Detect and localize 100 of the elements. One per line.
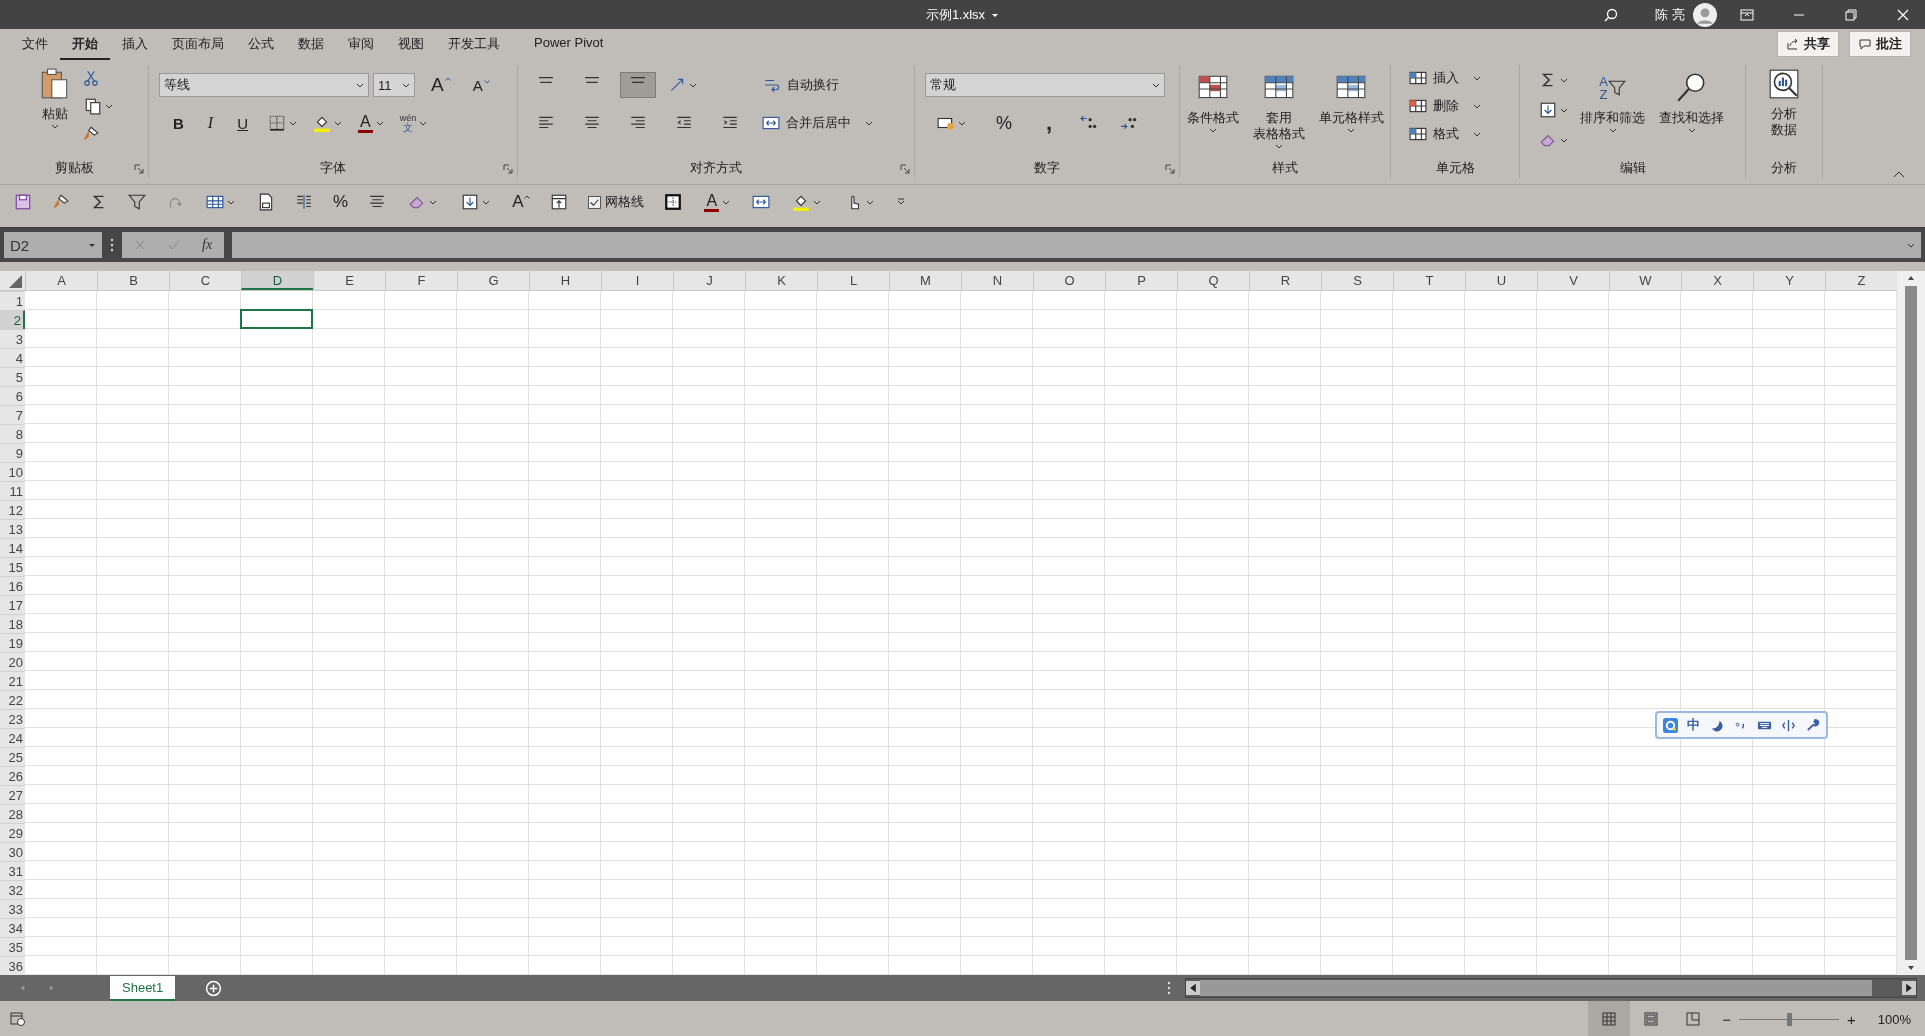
column-header[interactable]: X [1681, 271, 1753, 290]
dialog-launcher-icon[interactable] [1165, 164, 1175, 174]
column-header[interactable]: F [385, 271, 457, 290]
filter-icon[interactable] [128, 193, 146, 211]
share-button[interactable]: 共享 [1777, 31, 1839, 57]
wrap-box-icon[interactable] [550, 193, 569, 211]
column-header[interactable]: W [1609, 271, 1681, 290]
style-button[interactable]: 单元格样式 [1314, 65, 1388, 136]
column-header[interactable]: Q [1177, 271, 1249, 290]
ribbon-tab[interactable]: 视图 [386, 28, 436, 60]
user-name[interactable]: 陈 亮 [1655, 5, 1685, 24]
more-icon[interactable] [1167, 981, 1171, 995]
number-format-dropdown[interactable]: 常规 [925, 73, 1165, 97]
comments-button[interactable]: 批注 [1849, 31, 1911, 57]
ribbon-tab[interactable]: Power Pivot [522, 28, 616, 60]
column-header[interactable]: K [745, 271, 817, 290]
shrink-font-button[interactable]: A [466, 74, 496, 96]
check-icon[interactable] [168, 239, 180, 251]
horizontal-scrollbar[interactable] [1185, 978, 1917, 998]
percent-button[interactable]: % [333, 192, 349, 212]
sheet-tab[interactable]: Sheet1 [110, 975, 176, 1001]
zoom-level[interactable]: 100% [1877, 1011, 1911, 1027]
split-icon[interactable] [1781, 717, 1796, 733]
dialog-launcher-icon[interactable] [503, 164, 513, 174]
find-select-button[interactable]: 查找和选择 [1655, 65, 1728, 136]
ribbon-display-icon[interactable] [1739, 6, 1755, 23]
font-name-dropdown[interactable]: 等线 [159, 73, 369, 97]
dialog-launcher-icon[interactable] [900, 164, 910, 174]
insert-function-button[interactable]: fx [202, 237, 213, 253]
paste-button[interactable]: 粘贴 [33, 65, 76, 132]
ime-logo-icon[interactable] [1663, 717, 1678, 733]
ribbon-tab[interactable]: 文件 [10, 28, 60, 60]
wrap-text-button[interactable]: 自动换行 [759, 74, 843, 96]
vertical-scrollbar[interactable] [1897, 271, 1925, 975]
column-header[interactable]: A [25, 271, 97, 290]
style-button[interactable]: 套用 表格格式 [1248, 65, 1309, 152]
wrench-icon[interactable] [1805, 717, 1820, 733]
font-color-button[interactable]: A [356, 111, 386, 135]
column-header[interactable]: N [961, 271, 1033, 290]
border-box-icon[interactable] [664, 193, 683, 211]
zoom-thumb[interactable] [1787, 1012, 1792, 1026]
font-size-dropdown[interactable]: 11 [373, 73, 415, 97]
scroll-left-icon[interactable] [1186, 981, 1200, 995]
cells-button[interactable]: 格式 [1405, 123, 1485, 145]
gridlines-checkbox[interactable]: 网格线 [588, 193, 645, 211]
grow-font-button[interactable]: A [512, 192, 531, 212]
column-header[interactable]: B [97, 271, 169, 290]
row-header[interactable]: 2 [0, 310, 25, 329]
merge-icon[interactable] [752, 193, 771, 211]
column-header[interactable]: J [673, 271, 745, 290]
percent-button[interactable]: % [990, 110, 1018, 136]
search-icon[interactable] [1603, 6, 1620, 23]
ribbon-tab[interactable]: 公式 [236, 28, 286, 60]
save-icon[interactable] [14, 193, 32, 211]
name-box[interactable]: D2 [4, 232, 102, 258]
column-header[interactable]: Y [1753, 271, 1825, 290]
restore-icon[interactable] [1843, 6, 1859, 23]
column-header[interactable]: R [1249, 271, 1321, 290]
collapse-ribbon-icon[interactable] [1893, 170, 1905, 178]
grow-font-button[interactable]: A [425, 72, 457, 98]
column-header[interactable]: P [1105, 271, 1177, 290]
avatar-icon[interactable] [1693, 2, 1717, 27]
brush-icon[interactable] [52, 193, 70, 211]
cells-button[interactable]: 删除 [1405, 95, 1485, 117]
columns-icon[interactable] [295, 193, 313, 211]
ribbon-tab[interactable]: 数据 [286, 28, 336, 60]
column-header[interactable]: T [1393, 271, 1465, 290]
dialog-launcher-icon[interactable] [134, 164, 144, 174]
italic-button[interactable]: I [201, 112, 220, 134]
column-header[interactable]: M [889, 271, 961, 290]
formula-input[interactable] [232, 232, 1921, 258]
more-icon[interactable] [110, 238, 114, 252]
cells-button[interactable]: 插入 [1405, 67, 1485, 89]
scroll-right-icon[interactable] [1902, 981, 1916, 995]
column-header[interactable]: D [241, 271, 313, 290]
zoom-out-button[interactable]: − [1722, 1010, 1731, 1028]
sort-filter-button[interactable]: A Z 排序和筛选 [1576, 65, 1649, 136]
column-header[interactable]: V [1537, 271, 1609, 290]
print-preview-icon[interactable] [257, 193, 275, 211]
scissors-icon[interactable] [81, 69, 100, 87]
comma-style-button[interactable]: , [1040, 113, 1059, 133]
cell-grid[interactable] [25, 291, 1897, 975]
phonetic-button[interactable]: wén 文 [397, 111, 430, 135]
ribbon-tab[interactable]: 页面布局 [160, 28, 236, 60]
ribbon-tab[interactable]: 开发工具 [436, 28, 512, 60]
macro-record-icon[interactable] [10, 1011, 26, 1027]
ribbon-tab[interactable]: 开始 [60, 28, 110, 60]
add-sheet-icon[interactable] [205, 979, 223, 997]
brush-icon[interactable] [81, 125, 100, 143]
merge-center-button[interactable]: 合并后居中 [758, 112, 877, 134]
zoom-in-button[interactable]: + [1847, 1010, 1856, 1028]
column-header[interactable]: G [457, 271, 529, 290]
scroll-thumb[interactable] [1905, 286, 1917, 960]
column-header[interactable]: U [1465, 271, 1537, 290]
underline-button[interactable]: U [231, 112, 254, 134]
font-color-button[interactable]: A [702, 190, 733, 214]
style-button[interactable]: 条件格式 [1182, 65, 1243, 136]
column-header[interactable]: H [529, 271, 601, 290]
column-header[interactable]: O [1033, 271, 1105, 290]
scroll-thumb[interactable] [1200, 980, 1872, 996]
